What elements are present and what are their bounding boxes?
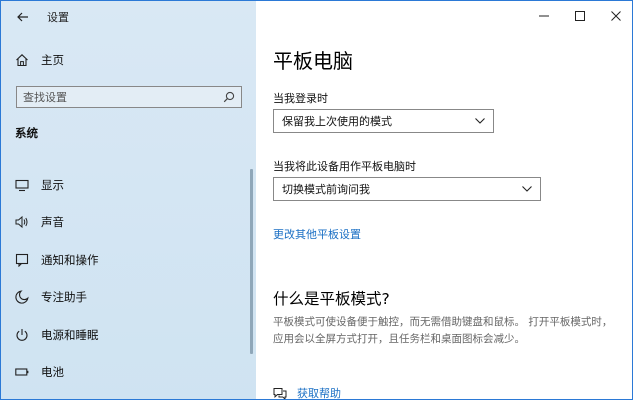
section-heading: 什么是平板模式?	[273, 290, 390, 308]
tablet-mode-dropdown[interactable]: 切换模式前询问我	[273, 177, 541, 201]
main-content: 平板电脑 当我登录时 保留我上次使用的模式 当我将此设备用作平板电脑时 切换模式…	[256, 1, 632, 400]
sidebar-item-label: 主页	[41, 53, 64, 67]
sidebar-item-label: 电池	[41, 365, 64, 380]
signin-mode-dropdown[interactable]: 保留我上次使用的模式	[273, 109, 494, 133]
battery-icon	[15, 365, 29, 379]
moon-icon	[15, 290, 29, 304]
maximize-button[interactable]	[562, 1, 598, 31]
sidebar-item-home[interactable]: 主页	[1, 47, 256, 73]
sidebar-item-label: 显示	[41, 177, 64, 192]
settings-window: 设置 主页 查找设置 系统 显示 声音 通知和操作 专注助手 电源和睡眠 电池 …	[0, 0, 633, 400]
sidebar-scrollbar[interactable]	[250, 169, 253, 354]
window-controls	[526, 1, 632, 31]
sidebar-item-battery[interactable]: 电池	[1, 354, 256, 392]
page-title: 平板电脑	[273, 49, 353, 73]
close-icon	[611, 11, 621, 21]
sidebar-item-focus-assist[interactable]: 专注助手	[1, 279, 256, 317]
tablet-mode-label: 当我将此设备用作平板电脑时	[273, 160, 416, 173]
display-icon	[15, 178, 29, 192]
minimize-button[interactable]	[526, 1, 562, 31]
sidebar-item-label: 声音	[41, 215, 64, 230]
sidebar: 设置 主页 查找设置 系统 显示 声音 通知和操作 专注助手 电源和睡眠 电池	[1, 1, 256, 399]
search-icon	[223, 91, 235, 103]
sidebar-item-notifications[interactable]: 通知和操作	[1, 241, 256, 279]
help-label: 获取帮助	[297, 387, 341, 400]
dropdown-value: 切换模式前询问我	[282, 183, 370, 196]
close-button[interactable]	[598, 1, 632, 31]
maximize-icon	[575, 11, 585, 21]
get-help-link[interactable]: 获取帮助	[273, 385, 341, 400]
title-bar: 设置	[1, 1, 256, 33]
sidebar-item-display[interactable]: 显示	[1, 166, 256, 204]
sidebar-item-sound[interactable]: 声音	[1, 204, 256, 242]
home-icon	[15, 53, 29, 67]
sidebar-item-power[interactable]: 电源和睡眠	[1, 316, 256, 354]
dropdown-value: 保留我上次使用的模式	[282, 115, 392, 128]
chevron-down-icon	[475, 118, 485, 124]
search-placeholder: 查找设置	[23, 91, 67, 104]
signin-label: 当我登录时	[273, 92, 328, 105]
power-icon	[15, 328, 29, 342]
tablet-mode-description: 平板模式可使设备便于触控，而无需借助键盘和鼠标。 打开平板模式时，应用会以全屏方…	[273, 316, 613, 345]
back-button[interactable]	[1, 1, 45, 33]
back-arrow-icon	[17, 12, 28, 22]
sidebar-item-label: 电源和睡眠	[41, 327, 99, 342]
search-input[interactable]: 查找设置	[16, 86, 242, 108]
notification-icon	[15, 253, 29, 267]
minimize-icon	[539, 15, 549, 17]
section-title: 系统	[15, 126, 38, 140]
sidebar-nav: 显示 声音 通知和操作 专注助手 电源和睡眠 电池	[1, 166, 256, 391]
help-chat-icon	[273, 387, 287, 399]
app-title: 设置	[47, 11, 69, 24]
sidebar-item-label: 专注助手	[41, 290, 87, 305]
change-tablet-settings-link[interactable]: 更改其他平板设置	[273, 226, 361, 242]
chevron-down-icon	[522, 186, 532, 192]
sound-icon	[15, 215, 29, 229]
sidebar-item-label: 通知和操作	[41, 252, 99, 267]
